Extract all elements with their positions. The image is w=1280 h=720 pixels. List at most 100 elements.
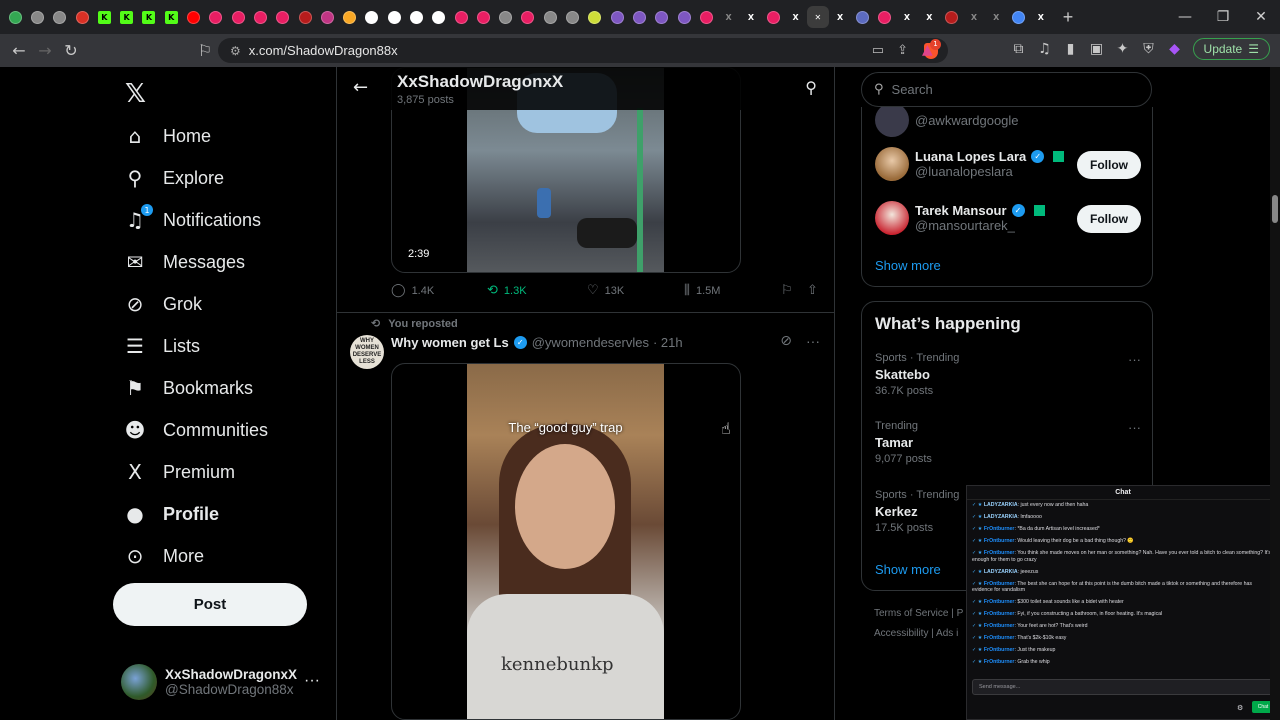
browser-tab[interactable]: K: [160, 6, 182, 28]
more-icon[interactable]: ···: [1128, 352, 1141, 367]
browser-tab[interactable]: X: [985, 6, 1007, 28]
sidebar-icon[interactable]: ▮: [1063, 41, 1079, 57]
bookmark-button[interactable]: ⚐: [781, 283, 793, 298]
follow-button[interactable]: Follow: [1077, 205, 1141, 233]
nav-item-home[interactable]: ⌂ Home: [123, 115, 211, 157]
browser-tab[interactable]: X: [718, 6, 740, 28]
browser-tab[interactable]: [628, 6, 650, 28]
address-bar[interactable]: ⚙ x.com/ShadowDragon88x ▭ ⇪: [218, 38, 948, 63]
browser-tab[interactable]: [383, 6, 405, 28]
chat-username[interactable]: FrOntburner: [984, 611, 1015, 617]
browser-tab[interactable]: [272, 6, 294, 28]
more-icon[interactable]: ···: [806, 333, 820, 349]
browser-tab[interactable]: [517, 6, 539, 28]
browser-tab[interactable]: [940, 6, 962, 28]
account-more-icon[interactable]: ···: [304, 672, 320, 690]
restore-icon[interactable]: ❐: [1204, 0, 1242, 34]
extension-icon[interactable]: ◆: [1167, 41, 1183, 57]
browser-tab[interactable]: [472, 6, 494, 28]
wallet-icon[interactable]: ▣: [1089, 41, 1105, 57]
follow-row[interactable]: Tarek Mansour ✓ @mansourtarek_ Follow: [875, 201, 1141, 235]
site-info-icon[interactable]: ⚙: [230, 44, 241, 58]
back-arrow-icon[interactable]: ←: [353, 77, 368, 98]
browser-tab[interactable]: X: [963, 6, 985, 28]
close-window-icon[interactable]: ✕: [1242, 0, 1280, 34]
follow-row[interactable]: Luana Lopes Lara ✓ @luanalopeslara Follow: [875, 147, 1141, 181]
browser-tab[interactable]: [249, 6, 271, 28]
views-button[interactable]: ⫼ 1.5M: [684, 283, 720, 298]
vpn-icon[interactable]: ⛨: [1141, 41, 1157, 57]
back-icon[interactable]: ←: [6, 41, 32, 60]
search-icon[interactable]: ⚲: [805, 78, 817, 97]
browser-tab[interactable]: [338, 6, 360, 28]
browser-tab[interactable]: X: [784, 6, 806, 28]
browser-tab[interactable]: K: [93, 6, 115, 28]
browser-tab[interactable]: X: [896, 6, 918, 28]
chat-username[interactable]: FrOntburner: [984, 635, 1015, 641]
browser-tab[interactable]: [294, 6, 316, 28]
nav-item-premium[interactable]: X Premium: [123, 451, 235, 493]
chat-username[interactable]: FrOntburner: [984, 623, 1015, 629]
browser-tab[interactable]: [561, 6, 583, 28]
show-more-link[interactable]: Show more: [875, 562, 941, 577]
tab-manager-icon[interactable]: ⧉: [1011, 41, 1027, 57]
rewards-icon[interactable]: ▲ 1: [922, 39, 941, 58]
reload-icon[interactable]: ↻: [58, 41, 84, 60]
chat-username[interactable]: FrOntburner: [984, 538, 1015, 544]
chat-username[interactable]: LADYZARKIA: [984, 502, 1018, 508]
chat-username[interactable]: FrOntburner: [984, 526, 1015, 532]
nav-item-communities[interactable]: ☻ Communities: [123, 409, 268, 451]
browser-tab[interactable]: [405, 6, 427, 28]
chat-input[interactable]: Send message...: [972, 679, 1274, 695]
browser-tab[interactable]: [874, 6, 896, 28]
browser-tab[interactable]: [762, 6, 784, 28]
tweet-author-handle[interactable]: @ywomendeservles: [532, 335, 649, 350]
browser-tab[interactable]: [361, 6, 383, 28]
browser-tab[interactable]: X: [1030, 6, 1052, 28]
tweet-video[interactable]: kennebunkp The “good guy” trap: [391, 363, 741, 720]
x-logo-icon[interactable]: 𝕏: [125, 79, 146, 109]
browser-tab[interactable]: [205, 6, 227, 28]
nav-item-explore[interactable]: ⚲ Explore: [123, 157, 224, 199]
share-icon[interactable]: ⇪: [897, 43, 908, 58]
footer-links[interactable]: Accessibility | Ads i: [874, 628, 958, 639]
nav-item-bookmarks[interactable]: ⚑ Bookmarks: [123, 367, 253, 409]
repost-button[interactable]: ⟲ 1.3K: [487, 283, 527, 298]
post-button[interactable]: Post: [113, 583, 307, 626]
forward-icon[interactable]: →: [32, 41, 58, 60]
browser-tab[interactable]: [4, 6, 26, 28]
account-switcher[interactable]: XxShadowDragonxX @ShadowDragon88x: [121, 664, 297, 700]
browser-tab[interactable]: [606, 6, 628, 28]
browser-tab[interactable]: [673, 6, 695, 28]
browser-tab[interactable]: [49, 6, 71, 28]
tweet-author-name[interactable]: Why women get Ls: [391, 335, 509, 350]
browser-tab[interactable]: [428, 6, 450, 28]
chat-username[interactable]: FrOntburner: [984, 647, 1015, 653]
nav-item-lists[interactable]: ☰ Lists: [123, 325, 200, 367]
trend-item[interactable]: Trending Tamar 9,077 posts ···: [875, 420, 1141, 465]
browser-tab[interactable]: [71, 6, 93, 28]
browser-tab[interactable]: [651, 6, 673, 28]
browser-tab[interactable]: [539, 6, 561, 28]
browser-tab[interactable]: [584, 6, 606, 28]
browser-tab[interactable]: [1007, 6, 1029, 28]
grok-icon[interactable]: ⊘: [780, 333, 792, 349]
chat-username[interactable]: FrOntburner: [984, 599, 1015, 605]
browser-tab[interactable]: [495, 6, 517, 28]
search-input[interactable]: ⚲ Search: [861, 72, 1152, 107]
scrollbar-thumb[interactable]: [1272, 195, 1278, 223]
show-more-link[interactable]: Show more: [875, 258, 941, 273]
trend-item[interactable]: Sports · Trending Skattebo 36.7K posts ·…: [875, 352, 1141, 397]
tweet-time[interactable]: · 21h: [653, 335, 683, 350]
settings-icon[interactable]: ⚙: [1237, 704, 1243, 712]
install-icon[interactable]: ▭: [872, 43, 884, 58]
leo-ai-icon[interactable]: ✦: [1115, 41, 1131, 57]
browser-tab[interactable]: K: [115, 6, 137, 28]
chat-username[interactable]: FrOntburner: [984, 550, 1015, 556]
share-button[interactable]: ⇧: [807, 283, 818, 298]
browser-tab[interactable]: [26, 6, 48, 28]
more-icon[interactable]: ···: [1128, 420, 1141, 435]
nav-item-grok[interactable]: ⊘ Grok: [123, 283, 202, 325]
browser-tab[interactable]: [695, 6, 717, 28]
chat-username[interactable]: LADYZARKIA: [984, 514, 1018, 520]
